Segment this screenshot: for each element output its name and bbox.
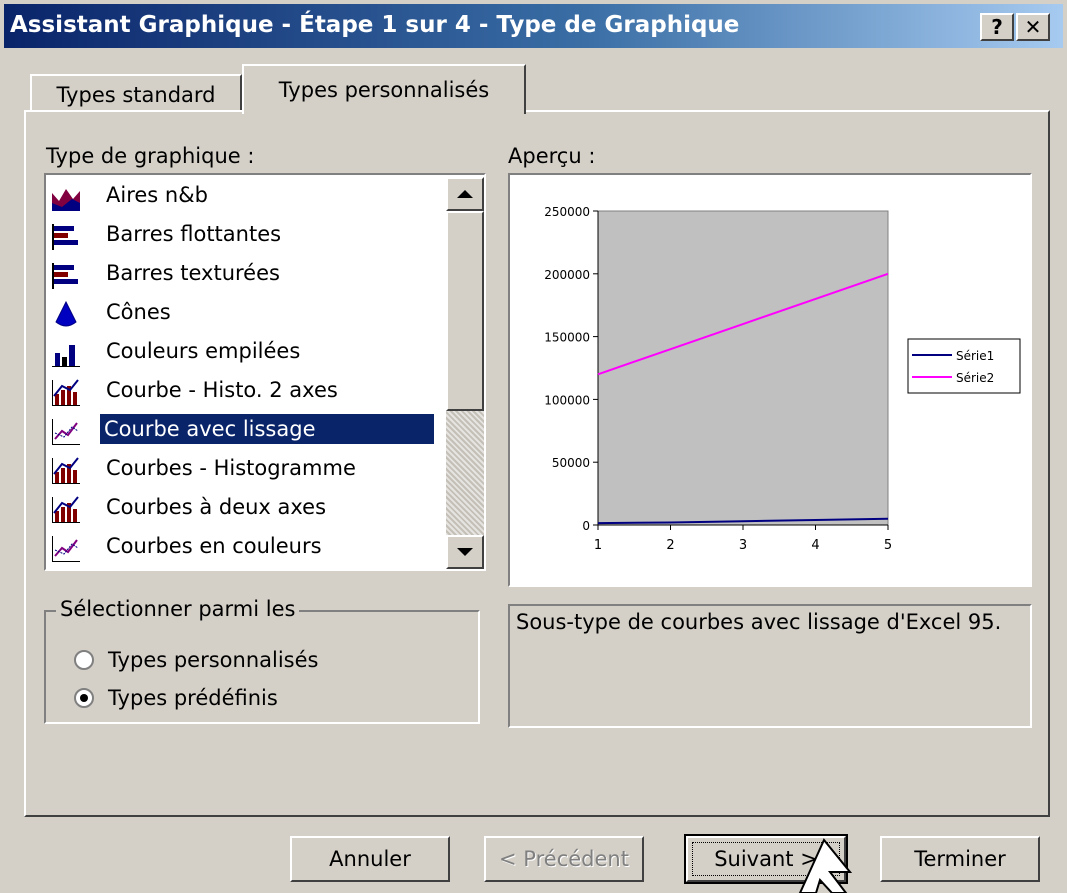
y-tick-label: 100000 <box>544 393 590 407</box>
list-item-label: Cônes <box>106 300 171 324</box>
window-title: Assistant Graphique - Étape 1 sur 4 - Ty… <box>10 12 740 38</box>
x-tick-label: 2 <box>666 538 674 553</box>
help-button[interactable]: ? <box>980 13 1014 41</box>
list-item-label: Courbes à deux axes <box>106 495 327 519</box>
x-tick-label: 4 <box>811 538 819 553</box>
chart-preview: 0 50000 100000 150000 200000 250000 1 2 3 4 5 Série… <box>508 173 1032 587</box>
list-item[interactable]: Courbe avec lissage <box>48 411 440 447</box>
x-tick-label: 1 <box>594 538 602 553</box>
list-item-label: Aires n&b <box>106 183 208 207</box>
list-item[interactable]: Couleurs empilées <box>48 333 440 369</box>
list-item[interactable]: Courbes en couleurs <box>48 528 440 564</box>
cancel-button[interactable]: Annuler <box>290 836 450 882</box>
list-item-label: Couleurs empilées <box>106 339 301 363</box>
arrow-down-icon <box>457 548 473 556</box>
scroll-down-button[interactable] <box>446 535 484 569</box>
tab-types-standard-label: Types standard <box>56 83 216 107</box>
area-chart-icon <box>52 189 80 211</box>
preview-label: Aperçu : <box>508 144 596 168</box>
mouse-pointer-icon <box>798 838 853 893</box>
list-item-label: Courbe - Histo. 2 axes <box>106 378 338 402</box>
list-item[interactable]: Courbes à deux axes <box>48 489 440 525</box>
title-bar[interactable]: Assistant Graphique - Étape 1 sur 4 - Ty… <box>4 4 1063 48</box>
finish-button[interactable]: Terminer <box>880 836 1040 882</box>
chart-wizard-dialog: Assistant Graphique - Étape 1 sur 4 - Ty… <box>0 0 1067 893</box>
list-item[interactable]: Barres texturées <box>48 255 440 291</box>
tab-types-personnalises-label: Types personnalisés <box>278 78 490 102</box>
line-chart-icon <box>52 536 80 562</box>
chart-type-label: Type de graphique : <box>46 144 255 168</box>
line-column-icon <box>52 457 80 484</box>
bar-chart-icon <box>52 224 78 250</box>
y-tick-label: 0 <box>582 519 590 533</box>
y-tick-label: 50000 <box>552 456 590 470</box>
legend-label: Série1 <box>956 349 994 363</box>
x-tick-label: 3 <box>739 538 747 553</box>
list-item-label: Courbes en couleurs <box>106 534 322 558</box>
tab-types-standard[interactable]: Types standard <box>30 74 242 112</box>
plot-area <box>597 210 889 526</box>
list-scrollbar[interactable] <box>446 177 484 569</box>
line-chart-icon <box>52 419 80 445</box>
radio-types-personnalises-label: Types personnalisés <box>108 648 319 672</box>
radio-button[interactable] <box>74 650 94 670</box>
chart-description: Sous-type de courbes avec lissage d'Exce… <box>508 604 1032 728</box>
radio-types-predefinis-label: Types prédéfinis <box>108 686 278 710</box>
line-column-icon <box>52 379 80 406</box>
legend-label: Série2 <box>956 371 994 385</box>
x-tick-label: 5 <box>884 538 892 553</box>
line-column-icon <box>52 496 80 523</box>
list-item-label: Courbe avec lissage <box>100 414 434 444</box>
list-item[interactable]: Courbe - Histo. 2 axes <box>48 372 440 408</box>
scroll-thumb[interactable] <box>446 211 484 411</box>
close-button[interactable]: ✕ <box>1016 13 1050 41</box>
radio-button-checked[interactable] <box>74 688 94 708</box>
tab-types-personnalises[interactable]: Types personnalisés <box>242 64 526 114</box>
list-item[interactable]: Courbes - Histogramme <box>48 450 440 486</box>
scroll-up-button[interactable] <box>446 177 484 211</box>
radio-types-personnalises[interactable]: Types personnalisés <box>74 648 374 678</box>
y-tick-label: 250000 <box>544 205 590 219</box>
list-item[interactable]: Cônes <box>48 294 440 330</box>
chart-type-listbox[interactable]: Aires n&b Barres flottantes Barres texturé… <box>44 173 486 571</box>
list-item[interactable]: Barres flottantes <box>48 216 440 252</box>
list-item-label: Barres texturées <box>106 261 280 285</box>
column-chart-icon <box>52 345 80 367</box>
radio-types-predefinis[interactable]: Types prédéfinis <box>74 686 374 716</box>
list-item[interactable]: Aires n&b <box>48 177 440 213</box>
select-from-label: Sélectionner parmi les <box>56 597 300 621</box>
bar-chart-icon <box>52 263 78 289</box>
y-tick-label: 200000 <box>544 268 590 282</box>
preview-chart: 0 50000 100000 150000 200000 250000 1 2 3 4 5 Série… <box>544 205 1021 553</box>
list-item-label: Courbes - Histogramme <box>106 456 356 480</box>
arrow-up-icon <box>457 190 473 198</box>
previous-button[interactable]: < Précédent <box>484 836 644 882</box>
cone-icon <box>55 300 77 327</box>
list-item-label: Barres flottantes <box>106 222 282 246</box>
y-tick-label: 150000 <box>544 331 590 345</box>
